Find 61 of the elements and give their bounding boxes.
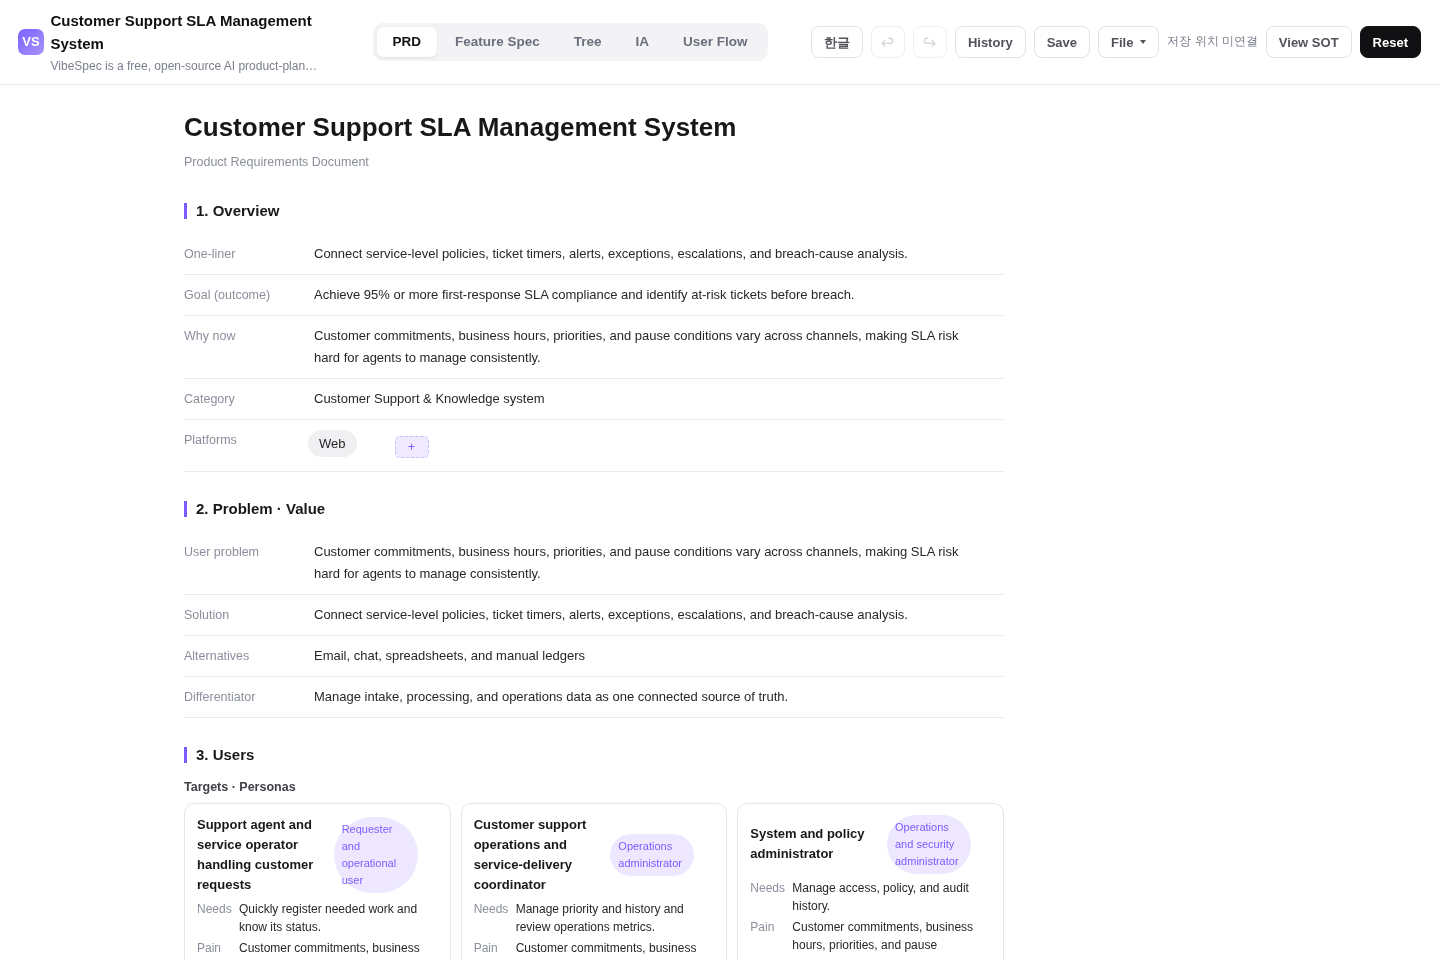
field-label: User problem xyxy=(184,543,261,561)
document-title: Customer Support SLA Management System xyxy=(184,111,738,144)
field-label: Why now xyxy=(184,327,237,345)
toolbar-button[interactable]: Save xyxy=(1033,26,1091,58)
field-value: Email, chat, spreadsheets, and manual ledgers xyxy=(314,646,586,665)
field-value: Customer Support & Knowledge system xyxy=(314,389,546,408)
primary-button[interactable]: Reset xyxy=(1359,26,1421,58)
tab[interactable]: Feature Spec xyxy=(439,27,556,57)
field-label: Platforms xyxy=(184,431,238,449)
detail-text: Quickly register needed work and know its status. xyxy=(239,900,419,936)
save-location-status: 저장 위치 미연결 xyxy=(1167,34,1258,50)
app-logo: VS xyxy=(18,29,44,55)
detail-label: Pain xyxy=(473,939,499,957)
field-label: One-liner xyxy=(184,245,237,263)
toolbar-button[interactable]: View SOT xyxy=(1265,26,1352,58)
platform-tag: Web xyxy=(308,429,357,457)
detail-text: Manage access, policy, and audit history. xyxy=(792,879,970,915)
field-label: Solution xyxy=(184,606,231,624)
persona-role-tag: Operations and security administrator xyxy=(887,814,971,874)
detail-label: Needs xyxy=(473,900,508,918)
persona-name: Customer support operations and service-delivery coordinator xyxy=(473,815,588,894)
section-heading: 2. Problem · Value xyxy=(184,500,1004,517)
field-value: Manage intake, processing, and operations data as one connected source of truth. xyxy=(314,687,790,706)
redo-icon xyxy=(923,37,937,47)
undo-icon xyxy=(881,37,895,47)
field-label: Goal (outcome) xyxy=(184,286,272,304)
persona-name: Support agent and service operator handling customer requests xyxy=(197,815,315,894)
field-value: Customer commitments, business hours, priorities, and pause conditions vary across channels, making SLA risk hard for agents to manage consistently. xyxy=(314,326,960,367)
field-value: Connect service-level policies, ticket timers, alerts, exceptions, escalations, and breach-cause analysis. xyxy=(314,244,909,263)
section-heading: 1. Overview xyxy=(184,202,1004,219)
detail-label: Needs xyxy=(750,879,785,897)
persona-role-tag: Operations administrator xyxy=(610,833,695,876)
persona-name: System and policy administrator xyxy=(750,825,866,863)
tab[interactable]: PRD xyxy=(376,27,437,57)
tab[interactable]: Tree xyxy=(557,27,618,57)
document-subtitle: Product Requirements Document xyxy=(184,154,370,171)
caret-icon xyxy=(1140,40,1147,44)
field-label: Alternatives xyxy=(184,647,251,665)
field-value: Achieve 95% or more first-response SLA compliance and identify at-risk tickets before breach. xyxy=(314,285,856,304)
field-value: Connect service-level policies, ticket timers, alerts, exceptions, escalations, and breach-cause analysis. xyxy=(314,605,909,624)
tab[interactable]: IA xyxy=(619,27,666,57)
detail-label: Needs xyxy=(197,900,231,918)
add-platform-button[interactable]: + xyxy=(394,435,429,458)
detail-label: Pain xyxy=(197,939,223,957)
section-heading: 3. Users xyxy=(184,746,1004,763)
field-value: Customer commitments, business hours, priorities, and pause conditions vary across channels, making SLA risk hard for agents to manage consistently. xyxy=(314,542,960,583)
tab[interactable]: User Flow xyxy=(667,27,764,57)
app-title: Customer Support SLA Management System xyxy=(50,11,313,54)
detail-text: Customer commitments, business xyxy=(515,939,698,957)
persona-role-tag: Requester and operational user xyxy=(333,816,418,893)
detail-text: Customer commitments, business xyxy=(239,939,421,957)
field-label: Differentiator xyxy=(184,688,257,706)
toolbar-button[interactable]: History xyxy=(954,26,1026,58)
toolbar-button[interactable]: 한글 xyxy=(810,26,863,58)
dropdown-button[interactable]: File xyxy=(1098,26,1160,58)
detail-text: Customer commitments, business hours, priorities, and pause xyxy=(792,918,975,954)
app-tagline: VibeSpec is a free, open-source AI product-plan… xyxy=(50,58,319,75)
field-label: Category xyxy=(184,390,236,408)
subsection-heading: Targets · Personas xyxy=(184,778,297,796)
detail-text: Manage priority and history and review operations metrics. xyxy=(515,900,685,936)
detail-label: Pain xyxy=(750,918,776,936)
